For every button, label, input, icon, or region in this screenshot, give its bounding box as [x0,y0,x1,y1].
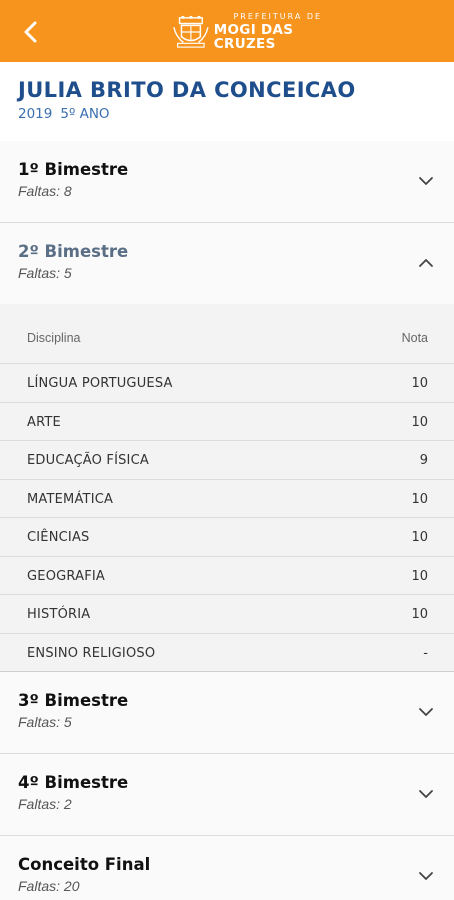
subject-grade: 10 [411,530,428,545]
logo-subtitle: PREFEITURA DE [233,12,323,21]
report-card-content: JULIA BRITO DA CONCEICAO 2019 5º ANO 1º B… [0,62,454,900]
table-row: LÍNGUA PORTUGUESA 10 [0,363,454,402]
section-2-bimestre[interactable]: 2º Bimestre Faltas: 5 [0,223,454,304]
school-grade: 5º ANO [60,106,110,122]
section-conceito-final[interactable]: Conceito Final Faltas: 20 [0,836,454,900]
section-1-bimestre[interactable]: 1º Bimestre Faltas: 8 [0,141,454,222]
student-name: JULIA BRITO DA CONCEICAO [18,78,356,102]
section-title: 4º Bimestre [18,773,129,792]
subject-grade: 9 [419,453,428,468]
section-4-bimestre[interactable]: 4º Bimestre Faltas: 2 [0,754,454,835]
chevron-down-icon [419,708,433,716]
table-row: EDUCAÇÃO FÍSICA 9 [0,440,454,479]
grades-table: Disciplina Nota LÍNGUA PORTUGUESA 10 ART… [0,304,454,672]
column-header-grade: Nota [401,331,428,345]
subject-name: ENSINO RELIGIOSO [27,645,156,661]
grades-table-header: Disciplina Nota [0,304,454,363]
chevron-down-icon [419,872,433,880]
subject-name: LÍNGUA PORTUGUESA [27,376,173,391]
coat-of-arms-icon [173,15,209,48]
logo-title: MOGI DAS CRUZES [213,22,294,52]
section-absences: Faltas: 5 [18,714,72,730]
subject-name: GEOGRAFIA [27,568,105,584]
subject-name: ARTE [27,414,61,430]
section-absences: Faltas: 8 [18,183,72,199]
table-row: ARTE 10 [0,401,454,441]
subject-name: MATEMÁTICA [27,491,114,507]
subject-grade: 10 [411,376,428,391]
table-row: ENSINO RELIGIOSO - [0,632,454,672]
column-header-subject: Disciplina [27,331,81,345]
chevron-up-icon [419,259,433,267]
section-title: Conceito Final [18,855,151,874]
city-logo: PREFEITURA DE MOGI DAS CRUZES [172,12,352,52]
subject-grade: 10 [411,414,428,430]
app-header: PREFEITURA DE MOGI DAS CRUZES [0,0,454,62]
subject-grade: - [423,645,428,661]
table-row: GEOGRAFIA 10 [0,555,454,595]
section-absences: Faltas: 5 [18,265,72,281]
subject-name: CIÊNCIAS [27,530,90,545]
subject-grade: 10 [411,491,428,507]
section-title: 1º Bimestre [18,160,129,179]
section-absences: Faltas: 2 [18,796,72,812]
chevron-down-icon [419,790,433,798]
student-meta: 2019 5º ANO [18,106,436,122]
student-info: JULIA BRITO DA CONCEICAO 2019 5º ANO [0,62,454,141]
section-title: 3º Bimestre [18,691,129,710]
chevron-down-icon [419,177,433,185]
subject-name: HISTÓRIA [27,607,91,622]
school-year: 2019 [18,106,53,122]
section-absences: Faltas: 20 [18,878,80,894]
chevron-left-icon [24,21,37,43]
section-title: 2º Bimestre [18,242,129,261]
table-row: CIÊNCIAS 10 [0,517,454,556]
table-row: HISTÓRIA 10 [0,594,454,633]
back-button[interactable] [16,17,46,47]
subject-grade: 10 [411,568,428,584]
subject-grade: 10 [411,607,428,622]
section-3-bimestre[interactable]: 3º Bimestre Faltas: 5 [0,672,454,753]
subject-name: EDUCAÇÃO FÍSICA [27,453,149,468]
table-row: MATEMÁTICA 10 [0,478,454,518]
